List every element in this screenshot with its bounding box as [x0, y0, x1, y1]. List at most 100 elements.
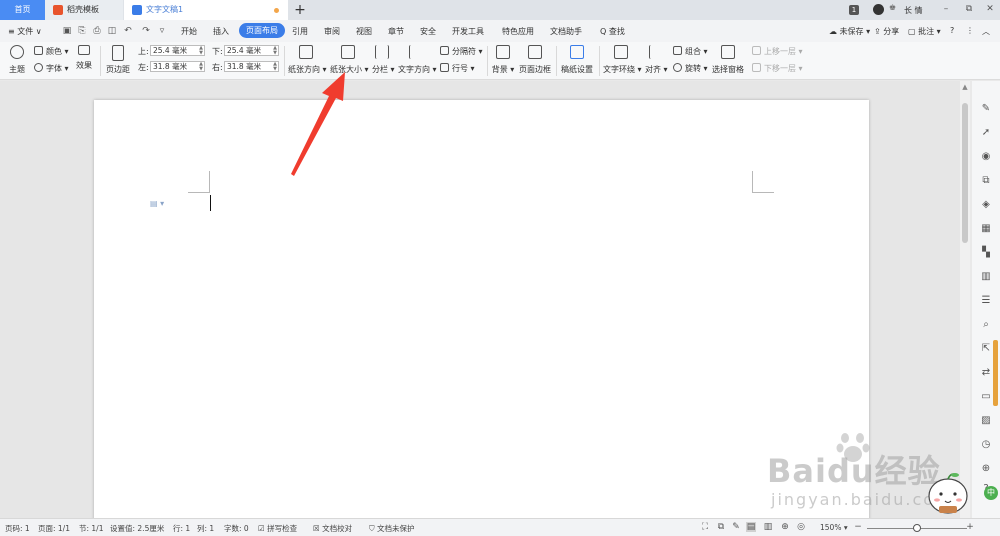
text-direction-button[interactable]: 文字方向 ▾ — [398, 45, 437, 75]
file-menu[interactable]: ≡ 文件 ∨ — [8, 26, 42, 37]
badge-green-icon[interactable]: 中 — [984, 486, 998, 500]
translate-icon[interactable]: ⊕ — [980, 463, 992, 475]
minimize-button[interactable]: – — [939, 2, 953, 16]
table-icon[interactable]: ▦ — [980, 223, 992, 235]
spell-check-button[interactable]: ☑ 拼写检查 — [258, 523, 297, 534]
share-button[interactable]: ⇪ 分享 — [874, 26, 899, 37]
text-wrap-button[interactable]: 文字环绕 ▾ — [603, 45, 642, 75]
status-section[interactable]: 节: 1/1 — [79, 523, 103, 534]
margin-right-input[interactable]: 31.8 毫米 ▲ ▼ — [224, 61, 279, 72]
print-icon[interactable]: ⎙ — [92, 26, 102, 36]
more-options-icon[interactable]: ⋮ — [966, 26, 974, 35]
edit-pen-icon[interactable]: ✎ — [731, 522, 741, 532]
history-icon[interactable]: ◷ — [980, 439, 992, 451]
zoom-out-icon[interactable]: − — [853, 522, 863, 532]
apps-grid-icon[interactable]: ▚ — [980, 247, 992, 259]
vertical-scrollbar[interactable]: ▲ — [960, 81, 970, 518]
separator-button[interactable]: 分隔符 ▾ — [440, 46, 483, 57]
zoom-slider-handle[interactable] — [913, 524, 921, 532]
status-row[interactable]: 行: 1 — [173, 523, 190, 534]
status-setting-value[interactable]: 设置值: 2.5厘米 — [110, 523, 164, 534]
margin-top-input[interactable]: 25.4 毫米 ▲ ▼ — [150, 45, 205, 56]
redo-icon[interactable]: ↷ — [141, 26, 151, 36]
scrollbar-thumb[interactable] — [962, 103, 968, 243]
rotate-button[interactable]: 旋转 ▾ — [673, 63, 708, 74]
margin-right-spinner[interactable]: ▲ ▼ — [273, 62, 277, 72]
undo-icon[interactable]: ↶ — [123, 26, 133, 36]
align-button[interactable]: 对齐 ▾ — [645, 45, 668, 75]
tab-home[interactable]: 首页 — [0, 0, 45, 20]
menu-chapter[interactable]: 章节 — [388, 26, 404, 37]
image-icon[interactable]: ▨ — [980, 415, 992, 427]
status-pages[interactable]: 页面: 1/1 — [38, 523, 70, 534]
flow-icon[interactable]: ⇄ — [980, 367, 992, 379]
theme-button[interactable]: 主题 — [6, 45, 28, 75]
save-icon[interactable]: ▣ — [62, 26, 72, 36]
page-border-button[interactable]: 页面边框 — [519, 45, 551, 75]
columns-button[interactable]: 分栏 ▾ — [372, 45, 395, 75]
outline-view-icon[interactable]: ▥ — [763, 522, 773, 532]
print-preview-icon[interactable]: ◫ — [107, 26, 117, 36]
font-button[interactable]: 字体 ▾ — [34, 63, 69, 74]
menu-doc-assistant[interactable]: 文档助手 — [550, 26, 582, 37]
shapes-icon[interactable]: ⧉ — [980, 175, 992, 187]
menu-insert[interactable]: 插入 — [213, 26, 229, 37]
margin-bottom-input[interactable]: 25.4 毫米 ▲ ▼ — [224, 45, 279, 56]
menu-review[interactable]: 审阅 — [324, 26, 340, 37]
margin-bottom-spinner[interactable]: ▲ ▼ — [273, 46, 277, 56]
close-button[interactable]: ✕ — [983, 2, 997, 16]
scroll-up-icon[interactable]: ▲ — [960, 83, 970, 91]
read-mode-icon[interactable]: ⧉ — [716, 522, 726, 532]
margin-left-input[interactable]: 31.8 毫米 ▲ ▼ — [150, 61, 205, 72]
page-view-icon[interactable]: ▤ — [746, 522, 756, 532]
export-icon[interactable]: ⇱ — [980, 343, 992, 355]
paste-options-icon[interactable]: ▤ ▾ — [150, 199, 164, 208]
location-icon[interactable]: ◉ — [980, 151, 992, 163]
fullscreen-icon[interactable]: ⛶ — [700, 522, 710, 532]
manuscript-button[interactable]: 稿纸设置 — [561, 45, 593, 75]
menu-page-layout[interactable]: 页面布局 — [239, 23, 285, 38]
color-button[interactable]: 颜色 ▾ — [34, 46, 69, 57]
effect-button[interactable]: 效果 — [73, 45, 95, 71]
user-name[interactable]: 长 情 — [904, 5, 923, 16]
margin-top-spinner[interactable]: ▲ ▼ — [199, 46, 203, 56]
margins-button[interactable]: 页边距 — [104, 45, 132, 75]
settings-sliders-icon[interactable]: ☰ — [980, 295, 992, 307]
window-count-badge[interactable]: 1 — [849, 5, 859, 15]
web-view-icon[interactable]: ⊕ — [780, 522, 790, 532]
proofread-button[interactable]: ☒ 文档校对 — [313, 523, 352, 534]
tab-document[interactable]: 文字文稿1 — [124, 0, 288, 20]
collapse-ribbon-icon[interactable]: ︿ — [982, 26, 990, 37]
selection-pane-button[interactable]: 选择窗格 — [712, 45, 744, 75]
menu-search[interactable]: Q 查找 — [600, 26, 625, 37]
menu-developer[interactable]: 开发工具 — [452, 26, 484, 37]
status-page-number[interactable]: 页码: 1 — [5, 523, 30, 534]
chart-icon[interactable]: ▥ — [980, 271, 992, 283]
group-button[interactable]: 组合 ▾ — [673, 46, 708, 57]
restore-button[interactable]: ⧉ — [962, 2, 976, 16]
document-page[interactable] — [94, 100, 869, 520]
pen-icon[interactable]: ✎ — [980, 103, 992, 115]
archive-icon[interactable]: ▭ — [980, 391, 992, 403]
status-word-count[interactable]: 字数: 0 — [224, 523, 249, 534]
doc-search-icon[interactable]: ⌕ — [980, 319, 992, 331]
background-button[interactable]: 背景 ▾ — [491, 45, 515, 75]
menu-reference[interactable]: 引用 — [292, 26, 308, 37]
line-number-button[interactable]: 行号 ▾ — [440, 63, 475, 74]
export-pdf-icon[interactable]: ⎘ — [77, 26, 87, 36]
style-icon[interactable]: ◈ — [980, 199, 992, 211]
select-cursor-icon[interactable]: ➚ — [980, 127, 992, 139]
eye-protect-icon[interactable]: ◎ — [796, 522, 806, 532]
menu-view[interactable]: 视图 — [356, 26, 372, 37]
unsaved-cloud-button[interactable]: ☁ 未保存 ▾ — [829, 26, 870, 37]
zoom-level[interactable]: 150% ▾ — [820, 523, 848, 532]
quick-access-more-icon[interactable]: ▿ — [157, 26, 167, 36]
zoom-in-icon[interactable]: + — [965, 522, 975, 532]
help-icon[interactable]: ? — [950, 26, 954, 35]
tab-template[interactable]: 稻壳模板 — [45, 0, 123, 20]
margin-left-spinner[interactable]: ▲ ▼ — [199, 62, 203, 72]
menu-special[interactable]: 特色应用 — [502, 26, 534, 37]
menu-start[interactable]: 开始 — [181, 26, 197, 37]
status-column[interactable]: 列: 1 — [197, 523, 214, 534]
menu-security[interactable]: 安全 — [420, 26, 436, 37]
